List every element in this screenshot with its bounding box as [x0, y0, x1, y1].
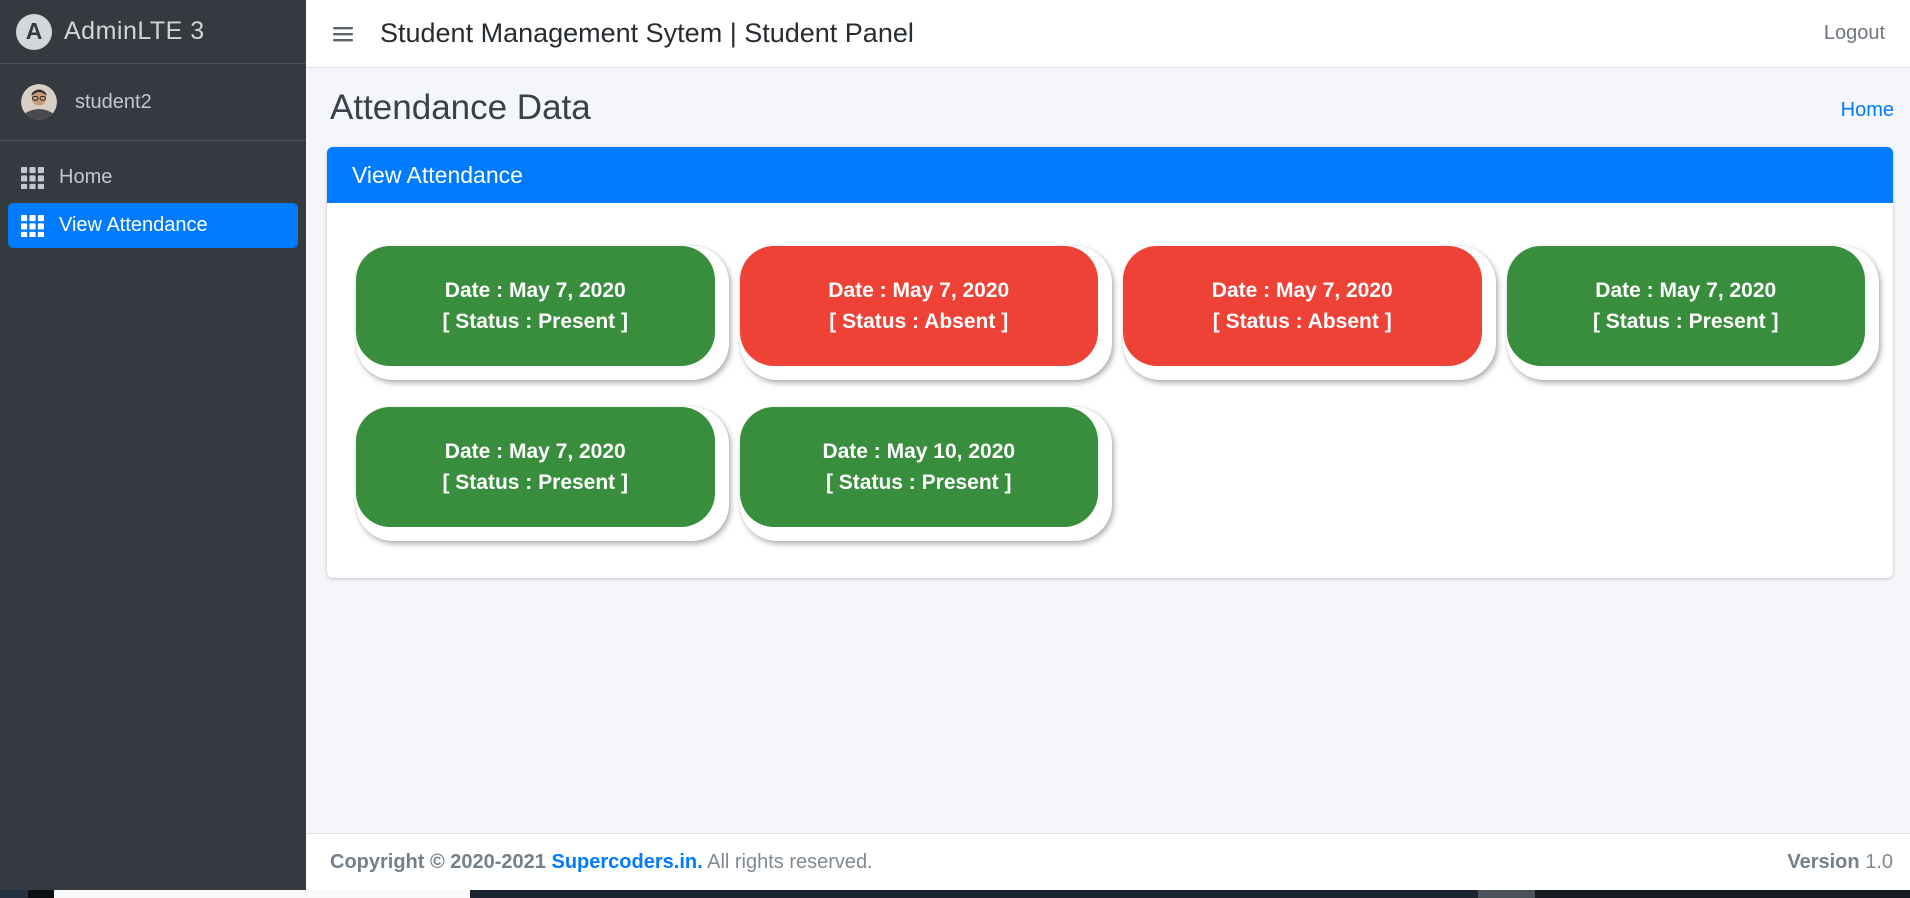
attendance-status-box: Date : May 7, 2020 [ Status : Present ] [356, 246, 715, 366]
strip-segment [1535, 890, 1910, 898]
attendance-card: View Attendance Date : May 7, 2020 [ Stat… [327, 147, 1893, 578]
attendance-status: [ Status : Present ] [442, 309, 629, 333]
supercoders-link[interactable]: Supercoders.in. [552, 851, 703, 873]
attendance-status: [ Status : Absent ] [1212, 309, 1392, 333]
attendance-status: [ Status : Present ] [1592, 309, 1779, 333]
sidebar-item-label: Home [59, 166, 113, 188]
attendance-tile: Date : May 7, 2020 [ Status : Present ] [1506, 246, 1879, 380]
user-name-link[interactable]: student2 [75, 91, 152, 114]
breadcrumb-home-link[interactable]: Home [1841, 99, 1894, 125]
navbar-title: Student Management Sytem | Student Panel [380, 18, 914, 48]
sidebar-item-view-attendance[interactable]: View Attendance [8, 203, 298, 248]
content-header: Attendance Data Home [306, 68, 1910, 147]
hamburger-menu-icon[interactable] [332, 24, 354, 44]
attendance-status-box: Date : May 7, 2020 [ Status : Absent ] [1123, 246, 1482, 366]
attendance-tile: Date : May 7, 2020 [ Status : Present ] [356, 407, 729, 541]
copyright-text: Copyright © 2020-2021 Supercoders.in. Al… [330, 850, 873, 873]
attendance-status-box: Date : May 7, 2020 [ Status : Present ] [1506, 246, 1865, 366]
strip-segment [28, 890, 54, 898]
attendance-tile: Date : May 7, 2020 [ Status : Absent ] [1123, 246, 1496, 380]
strip-segment [470, 890, 1478, 898]
brand-link[interactable]: A AdminLTE 3 [0, 0, 306, 64]
attendance-status: [ Status : Present ] [442, 470, 629, 494]
main-sidebar: A AdminLTE 3 student2 Home View Attendan… [0, 0, 306, 890]
attendance-date: Date : May 7, 2020 [444, 439, 626, 463]
attendance-status: [ Status : Absent ] [829, 309, 1009, 333]
version-text: Version 1.0 [1787, 850, 1893, 873]
attendance-grid: Date : May 7, 2020[ Status : Present ] Da… [327, 203, 1893, 578]
sidebar-item-label: View Attendance [59, 214, 208, 236]
attendance-status-box: Date : May 7, 2020 [ Status : Present ] [356, 407, 715, 527]
attendance-status-box: Date : May 10, 2020 [ Status : Present ] [739, 407, 1098, 527]
attendance-date: Date : May 7, 2020 [444, 278, 626, 302]
user-avatar [21, 84, 57, 120]
attendance-date: Date : May 7, 2020 [1211, 278, 1393, 302]
page-title: Attendance Data [330, 88, 591, 127]
attendance-date: Date : May 7, 2020 [1595, 278, 1777, 302]
bottom-edge-strip [0, 890, 1910, 898]
attendance-date: Date : May 7, 2020 [828, 278, 1010, 302]
content-wrapper: Student Management Sytem | Student Panel… [306, 0, 1910, 890]
logout-link[interactable]: Logout [1824, 22, 1885, 45]
adminlte-logo-icon: A [16, 13, 52, 50]
attendance-tile: Date : May 7, 2020 [ Status : Absent ] [739, 246, 1112, 380]
attendance-tile: Date : May 7, 2020 [ Status : Present ] [356, 246, 729, 380]
strip-segment [0, 890, 28, 898]
main-footer: Copyright © 2020-2021 Supercoders.in. Al… [306, 833, 1910, 890]
attendance-status-box: Date : May 7, 2020 [ Status : Absent ] [739, 246, 1098, 366]
attendance-status: [ Status : Present ] [825, 470, 1012, 494]
card-header: View Attendance [327, 147, 1893, 203]
th-grid-icon [21, 166, 44, 189]
sidebar-nav: Home View Attendance [0, 141, 306, 248]
top-navbar: Student Management Sytem | Student Panel… [306, 0, 1910, 68]
th-grid-icon [21, 214, 44, 237]
strip-segment [1478, 890, 1535, 898]
attendance-tile: Date : May 10, 2020 [ Status : Present ] [739, 407, 1112, 541]
sidebar-item-home[interactable]: Home [8, 155, 298, 200]
attendance-date: Date : May 10, 2020 [822, 439, 1016, 463]
brand-title: AdminLTE 3 [64, 17, 205, 45]
user-panel: student2 [0, 64, 306, 141]
